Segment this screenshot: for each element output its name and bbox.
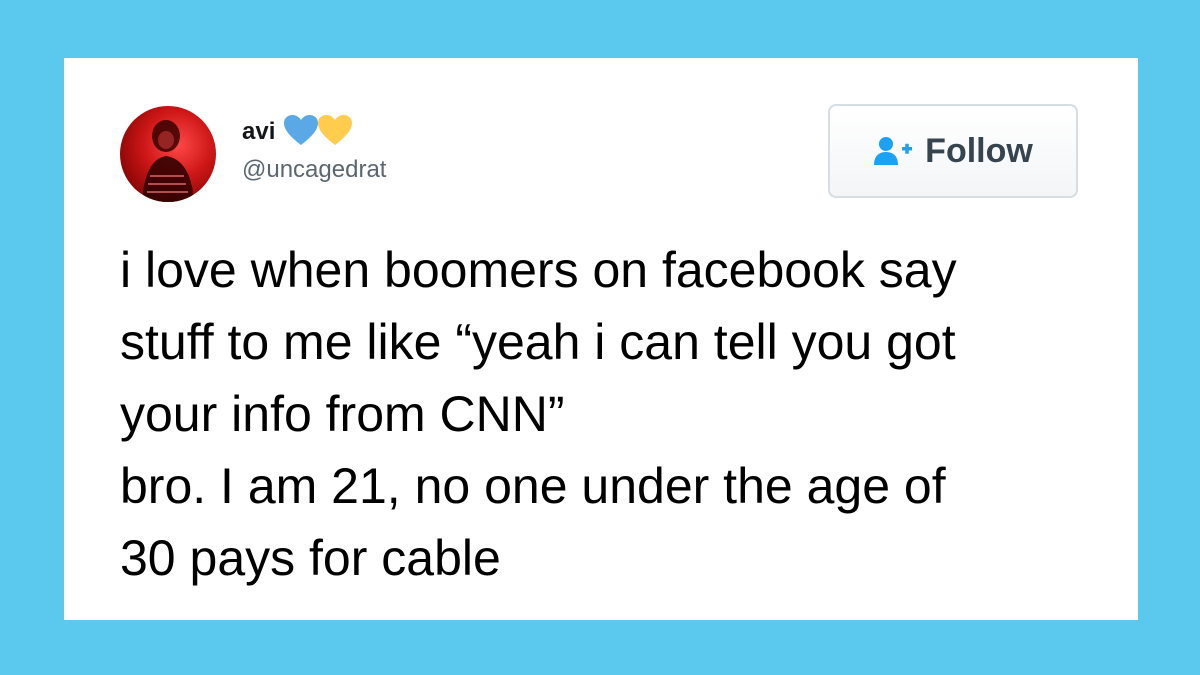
yellow-heart-icon xyxy=(317,114,353,151)
blue-heart-icon xyxy=(283,114,319,151)
add-user-icon xyxy=(873,135,913,167)
tweet-card: avi @uncagedrat Follow i love when boome… xyxy=(64,58,1138,620)
tweet-text-line: i love when boomers on facebook say xyxy=(120,242,957,298)
tweet-text-line: bro. I am 21, no one under the age of xyxy=(120,458,946,514)
tweet-text-line: your info from CNN” xyxy=(120,386,565,442)
author-name-row: avi xyxy=(242,114,353,151)
follow-button-label: Follow xyxy=(925,131,1033,170)
profile-photo-icon xyxy=(142,120,194,202)
tweet-text-line: 30 pays for cable xyxy=(120,530,501,586)
tweet-text: i love when boomers on facebook say stuf… xyxy=(120,234,1110,594)
follow-button[interactable]: Follow xyxy=(828,104,1078,198)
avatar[interactable] xyxy=(120,106,216,202)
tweet-text-line: stuff to me like “yeah i can tell you go… xyxy=(120,314,956,370)
display-name[interactable]: avi xyxy=(242,120,275,144)
user-handle[interactable]: @uncagedrat xyxy=(242,158,386,182)
